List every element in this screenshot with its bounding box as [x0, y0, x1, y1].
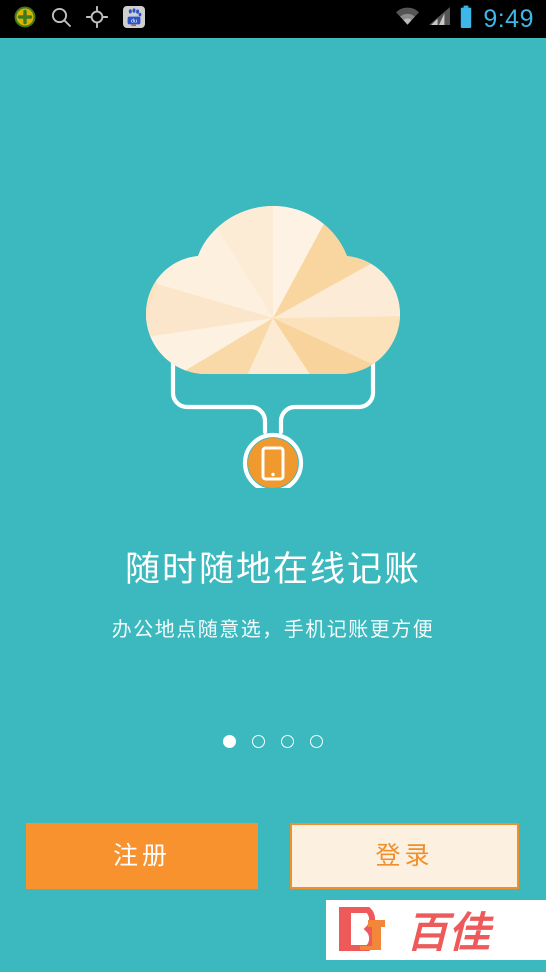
- page-dot-3[interactable]: [281, 735, 294, 748]
- register-button[interactable]: 注册: [26, 823, 258, 889]
- watermark-brand-text: 百佳: [406, 909, 494, 956]
- status-bar-system-icons: 9:49: [394, 5, 546, 34]
- low-poly-cloud-icon: [146, 206, 400, 374]
- login-button[interactable]: 登录: [290, 823, 519, 889]
- auth-button-row: 注册 登录: [0, 823, 546, 889]
- smartphone-icon: [242, 432, 304, 488]
- gps-crosshair-icon: [85, 5, 109, 33]
- page-dot-2[interactable]: [252, 735, 265, 748]
- status-bar: du 9:49: [0, 0, 546, 38]
- app-screen: du 9:49 随时随地在线记账 办公地点随意选，手机记账更方便 注册 登录 百…: [0, 0, 546, 972]
- wifi-icon: [394, 6, 421, 32]
- watermark-logo: 百佳: [326, 900, 546, 960]
- status-bar-clock: 9:49: [483, 4, 534, 33]
- page-title: 随时随地在线记账: [124, 550, 421, 589]
- watermark-monogram-b: [339, 907, 376, 951]
- page-dot-4[interactable]: [310, 735, 323, 748]
- signal-bars-icon: [428, 6, 452, 32]
- page-indicator: [0, 735, 546, 748]
- baidu-icon-label: du: [131, 18, 137, 24]
- cloud-to-phone-illustration: [0, 38, 546, 538]
- plus-circle-icon: [14, 6, 36, 33]
- baidu-app-icon: du: [122, 5, 146, 34]
- page-subtitle: 办公地点随意选，手机记账更方便: [111, 619, 435, 641]
- status-bar-notifications: du: [0, 5, 146, 34]
- page-dot-1[interactable]: [223, 735, 236, 748]
- battery-icon: [459, 5, 473, 34]
- search-icon: [50, 6, 72, 33]
